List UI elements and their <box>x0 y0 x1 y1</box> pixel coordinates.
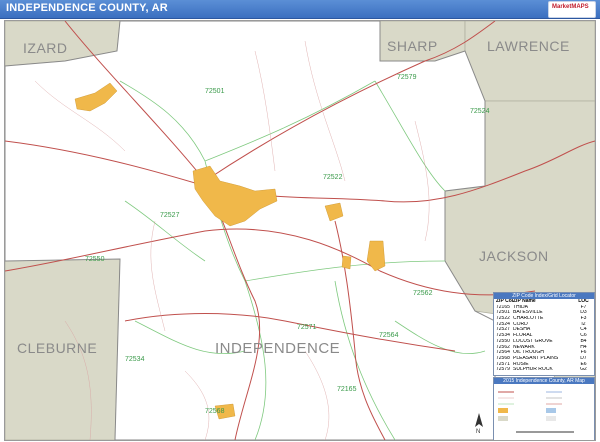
zip-label: 72564 <box>379 332 399 339</box>
zip-label: 72527 <box>160 212 180 219</box>
zip-label: 72550 <box>85 256 105 263</box>
map-legend: 2015 Independence County, AR Map <box>493 377 595 440</box>
zip-label: 72522 <box>323 174 343 181</box>
county-lawrence-area <box>464 21 595 102</box>
county-label-jackson: JACKSON <box>479 248 549 264</box>
map-canvas[interactable]: IZARD SHARP LAWRENCE JACKSON CLEBURNE IN… <box>4 20 596 441</box>
map-title: INDEPENDENCE COUNTY, AR <box>6 2 168 14</box>
zip-label: 72571 <box>297 324 317 331</box>
county-label-izard: IZARD <box>23 40 68 56</box>
zip-label: 72534 <box>125 356 145 363</box>
map-page: INDEPENDENCE COUNTY, AR MarketMAPS IZARD… <box>0 0 600 442</box>
city-magness <box>341 255 352 270</box>
county-label-lawrence: LAWRENCE <box>487 38 570 54</box>
zip-label: 72501 <box>205 88 225 95</box>
title-bar: INDEPENDENCE COUNTY, AR MarketMAPS <box>0 0 600 19</box>
north-arrow-icon: N <box>475 413 483 433</box>
zip-label: 72165 <box>337 386 357 393</box>
county-label-cleburne: CLEBURNE <box>17 340 97 356</box>
zip-table-body: 72165 THIDA F7 72501 BATESVILLE D3 72522 CHARLO… <box>494 305 594 373</box>
brand-logo: MarketMAPS <box>548 1 596 18</box>
zip-label: 72562 <box>413 290 433 297</box>
zip-code-cell: 72579 <box>496 367 510 373</box>
legend-graphic <box>498 391 574 433</box>
zip-label: 72568 <box>205 408 225 415</box>
zip-loc-cell: G2 <box>580 367 587 373</box>
zip-label: 72579 <box>397 74 417 81</box>
zip-label: 72524 <box>470 108 490 115</box>
brand-name: MarketMAPS <box>552 4 589 10</box>
zip-name-cell: SULPHUR ROCK <box>513 367 553 373</box>
svg-text:N: N <box>476 429 480 433</box>
zip-index-table: ZIP Code Index/Grid Locator ZIP Code ZIP… <box>493 292 595 376</box>
county-label-sharp: SHARP <box>387 38 438 54</box>
county-label-independence: INDEPENDENCE <box>215 340 340 357</box>
zip-table-row: 72579 SULPHUR ROCK G2 <box>494 367 594 373</box>
